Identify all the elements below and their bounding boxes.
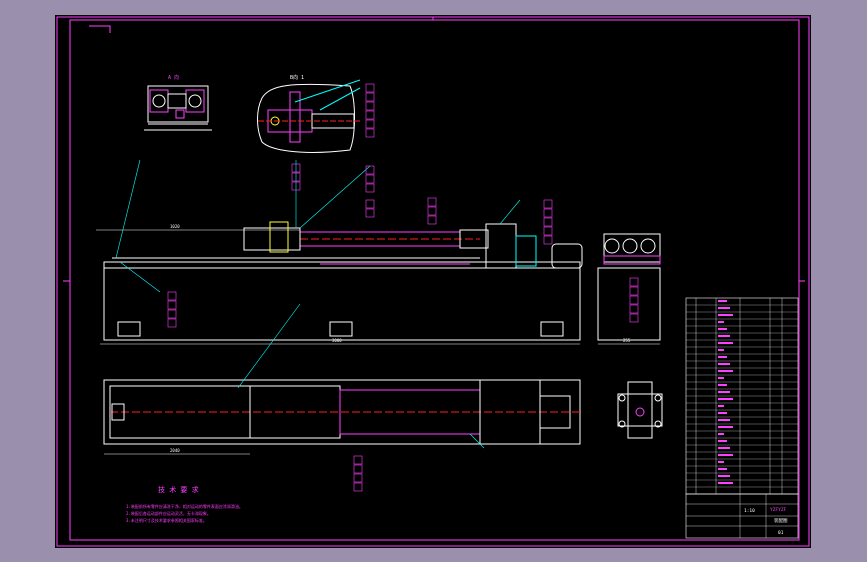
cad-drawing-canvas[interactable]: A 向 B向 1 3000 1020 255 2040 技 术 要 求 1.装配… bbox=[0, 0, 867, 562]
parts-list-entry-mark bbox=[718, 377, 724, 379]
parts-list-entry-mark bbox=[718, 363, 730, 365]
parts-list-entry-mark bbox=[718, 419, 730, 421]
parts-list-entry-mark bbox=[718, 398, 733, 400]
title-block-scale: 1:10 bbox=[744, 508, 755, 514]
parts-list-entry-mark bbox=[718, 461, 724, 463]
parts-list-entry-mark bbox=[718, 412, 727, 414]
parts-list-entry-mark bbox=[718, 370, 733, 372]
parts-list-entry-mark bbox=[718, 433, 724, 435]
view-label-b: B向 1 bbox=[290, 74, 304, 81]
dim-top-view: 2040 bbox=[170, 448, 180, 453]
title-block-code: 装配图 bbox=[774, 517, 788, 524]
parts-list-entry-mark bbox=[718, 475, 730, 477]
parts-list-entry-mark bbox=[718, 335, 730, 337]
view-label-a: A 向 bbox=[168, 74, 179, 81]
parts-list-entry-mark bbox=[718, 321, 724, 323]
tech-req-line-2: 2.装配后各运动部件应运动灵活，无卡滞现象。 bbox=[126, 510, 211, 516]
parts-list-entry-mark bbox=[718, 454, 733, 456]
parts-list-entry-mark bbox=[718, 314, 733, 316]
parts-list-entry-mark bbox=[718, 300, 727, 302]
parts-list-entry-mark bbox=[718, 307, 730, 309]
parts-list-entry-mark bbox=[718, 391, 730, 393]
parts-list-entry-mark bbox=[718, 342, 733, 344]
tech-req-line-1: 1.装配前所有零件应清洗干净，相对运动的零件表面应涂润滑油。 bbox=[126, 503, 243, 509]
parts-list-entry-mark bbox=[718, 482, 733, 484]
title-block-name: YZFYZF bbox=[770, 507, 787, 513]
parts-list-entry-mark bbox=[718, 426, 733, 428]
parts-list-entry-mark bbox=[718, 356, 727, 358]
dim-top: 1020 bbox=[170, 224, 180, 229]
tech-req-title: 技 术 要 求 bbox=[158, 485, 199, 494]
parts-list-entry-mark bbox=[718, 468, 727, 470]
parts-list-entry-mark bbox=[718, 349, 724, 351]
parts-list-entry-mark bbox=[718, 447, 730, 449]
parts-list-entry-mark bbox=[718, 440, 727, 442]
title-block-sheet: 01 bbox=[778, 530, 784, 536]
parts-list-entry-mark bbox=[718, 384, 727, 386]
tech-req-line-3: 3.未注明尺寸及技术要求参照相关国家标准。 bbox=[126, 517, 207, 523]
parts-list-entry-mark bbox=[718, 405, 724, 407]
parts-list-entry-mark bbox=[718, 328, 727, 330]
dim-overall: 3000 bbox=[332, 338, 342, 343]
dim-side: 255 bbox=[623, 338, 631, 343]
